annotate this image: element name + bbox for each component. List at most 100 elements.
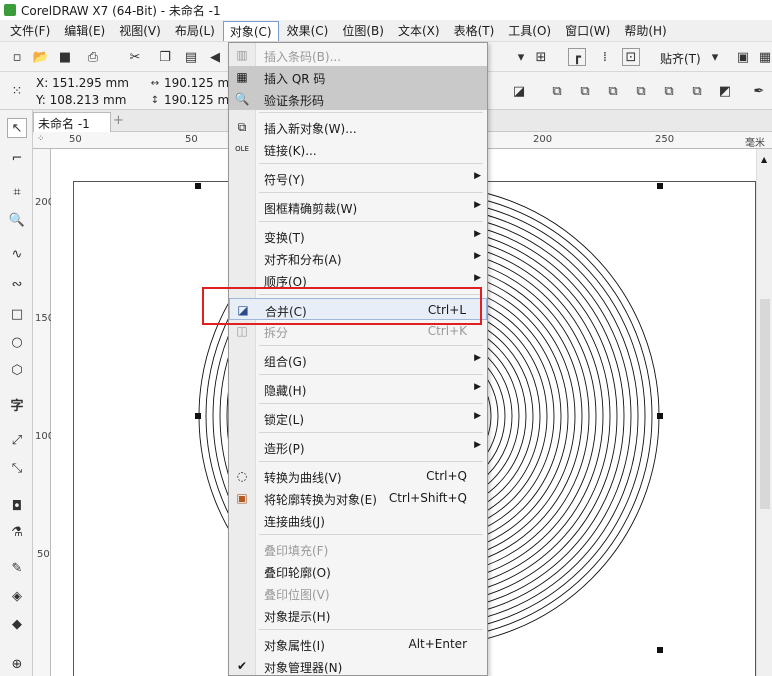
menu-item-symbol[interactable]: 符号(Y) ▶ [229,167,487,189]
y-position-field[interactable]: Y: 108.213 mm [36,93,126,107]
combine-toolbar-icon[interactable]: ◪ [510,82,528,100]
selection-handle[interactable] [657,413,663,419]
save-icon[interactable]: ■ [56,48,74,66]
pen-icon[interactable]: ✒ [750,82,768,100]
scroll-thumb[interactable] [760,299,770,509]
undo-icon[interactable]: ◀ [206,48,224,66]
menu-item-outline-to-object[interactable]: ▣ 将轮廓转换为对象(E) Ctrl+Shift+Q [229,487,487,509]
interactive-fill-icon[interactable]: ◈ [7,586,27,606]
new-icon[interactable]: ▫ [8,48,26,66]
menu-effects[interactable]: 效果(C) [281,21,335,40]
open-icon[interactable]: 📂 [32,48,50,66]
menu-separator [259,403,483,404]
menu-item-join-curves[interactable]: 连接曲线(J) [229,509,487,531]
menu-item-shaping[interactable]: 造形(P) ▶ [229,436,487,458]
freehand-tool-icon[interactable]: ∿ [7,244,27,264]
ruler-label: 50 [185,134,198,145]
simplify-icon[interactable]: ⧉ [632,82,650,100]
app-icon [4,4,16,16]
x-position-field[interactable]: X: 151.295 mm [36,76,129,90]
pick-tool-icon[interactable]: ↖ [7,118,27,138]
menu-item-label: 拆分 [264,326,289,340]
menu-item-label: 叠印位图(V) [264,588,330,602]
print-icon[interactable]: ⎙ [84,48,102,66]
snap-dropdown-icon[interactable]: ▾ [706,48,724,66]
copy-icon[interactable]: ❐ [156,48,174,66]
connector-tool-icon[interactable]: ⤡ [7,458,27,478]
ellipse-tool-icon[interactable]: ○ [7,332,27,352]
guidelines-icon[interactable]: ⊡ [622,48,640,66]
menu-item-object-hints[interactable]: 对象提示(H) [229,604,487,626]
menu-item-object-manager[interactable]: ✔ 对象管理器(N) [229,655,487,676]
menu-item-align-distribute[interactable]: 对齐和分布(A) ▶ [229,247,487,269]
menu-item-group[interactable]: 组合(G) ▶ [229,349,487,371]
document-tab[interactable]: 未命名 -1 [33,112,111,132]
eyedropper-icon[interactable]: ✎ [7,558,27,578]
anchor-grid-icon[interactable]: ⁙ [8,82,26,100]
menu-layout[interactable]: 布局(L) [169,21,221,40]
text-tool-icon[interactable]: 字 [7,394,27,414]
trim-icon[interactable]: ⧉ [576,82,594,100]
dropdown-arrow-icon[interactable]: ▾ [512,48,530,66]
menu-file[interactable]: 文件(F) [4,21,56,40]
artistic-media-icon[interactable]: ∾ [7,274,27,294]
menu-item-overprint-outline[interactable]: 叠印轮廓(O) [229,560,487,582]
menu-item-overprint-bitmap[interactable]: 叠印位图(V) [229,582,487,604]
menu-edit[interactable]: 编辑(E) [58,21,111,40]
add-tool-icon[interactable]: ⊕ [7,654,27,674]
transparency-icon[interactable]: ⚗ [7,522,27,542]
menu-window[interactable]: 窗口(W) [559,21,616,40]
shape-tool-icon[interactable]: ⌐ [7,148,27,168]
menu-item-lock[interactable]: 锁定(L) ▶ [229,407,487,429]
menu-item-hide[interactable]: 隐藏(H) ▶ [229,378,487,400]
menu-item-insert-qr[interactable]: ▦ 插入 QR 码 [229,66,487,88]
menu-help[interactable]: 帮助(H) [618,21,672,40]
menu-item-object-properties[interactable]: 对象属性(I) Alt+Enter [229,633,487,655]
scroll-up-icon[interactable]: ▲ [761,155,767,164]
front-minus-back-icon[interactable]: ⧉ [660,82,678,100]
menu-item-overprint-fill[interactable]: 叠印填充(F) [229,538,487,560]
launcher-icon[interactable]: ▦ [756,48,772,66]
zoom-tool-icon[interactable]: 🔍 [7,210,27,230]
boundary-icon[interactable]: ◩ [716,82,734,100]
snap-to-button[interactable]: 贴齐(T) [660,50,701,67]
selection-handle[interactable] [195,413,201,419]
rulers-icon[interactable]: ┏ [568,48,586,66]
menu-item-insert-barcode[interactable]: ▥ 插入条码(B)... [229,44,487,66]
menu-tools[interactable]: 工具(O) [502,21,557,40]
parallel-dimension-icon[interactable]: ⤢ [7,430,27,450]
menu-object[interactable]: 对象(C) [222,20,279,41]
menu-item-insert-object[interactable]: ⧉ 插入新对象(W)... [229,116,487,138]
submenu-arrow-icon: ▶ [474,411,481,421]
add-tab-icon[interactable]: + [113,113,129,129]
zoom-fit-icon[interactable]: ⊞ [532,48,550,66]
smart-fill-icon[interactable]: ◆ [7,614,27,634]
menu-bitmaps[interactable]: 位图(B) [336,21,390,40]
menu-item-links[interactable]: OLE 链接(K)... [229,138,487,160]
vertical-scrollbar[interactable]: ▲ [756,149,772,676]
selection-handle[interactable] [657,183,663,189]
drop-shadow-icon[interactable]: ◘ [7,496,27,516]
back-minus-front-icon[interactable]: ⧉ [688,82,706,100]
intersect-icon[interactable]: ⧉ [604,82,622,100]
menu-item-transform[interactable]: 变换(T) ▶ [229,225,487,247]
crop-tool-icon[interactable]: ⌗ [7,182,27,202]
paste-icon[interactable]: ▤ [182,48,200,66]
menu-separator [259,374,483,375]
menu-item-powerclip[interactable]: 图框精确剪裁(W) ▶ [229,196,487,218]
cut-icon[interactable]: ✂ [126,48,144,66]
menu-item-convert-to-curves[interactable]: ◌ 转换为曲线(V) Ctrl+Q [229,465,487,487]
menu-text[interactable]: 文本(X) [392,21,446,40]
weld-icon[interactable]: ⧉ [548,82,566,100]
menu-item-label: 链接(K)... [264,144,317,158]
selection-handle[interactable] [195,183,201,189]
polygon-tool-icon[interactable]: ⬡ [7,360,27,380]
menu-view[interactable]: 视图(V) [113,21,167,40]
object-menu-dropdown: ▥ 插入条码(B)... ▦ 插入 QR 码 🔍 验证条形码 ⧉ 插入新对象(W)...… [228,42,488,676]
rectangle-tool-icon[interactable]: □ [7,304,27,324]
menu-item-validate-barcode[interactable]: 🔍 验证条形码 [229,88,487,110]
grid-icon[interactable]: ⁞ [596,48,614,66]
menu-table[interactable]: 表格(T) [448,21,501,40]
selection-handle[interactable] [657,647,663,653]
options-icon[interactable]: ▣ [734,48,752,66]
